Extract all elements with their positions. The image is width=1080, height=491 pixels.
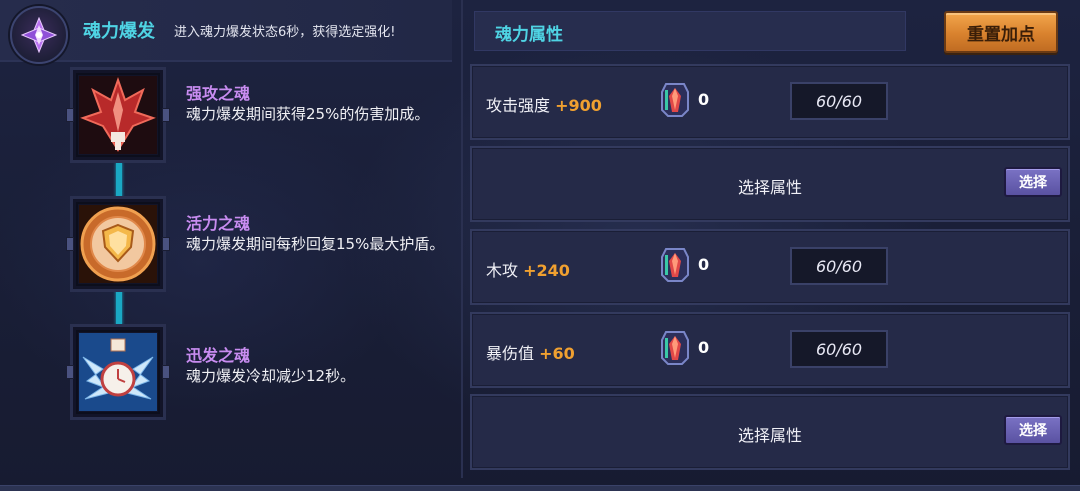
soul-name-swift: 迅发之魂 — [186, 346, 251, 365]
soul-gem-icon — [661, 83, 689, 117]
attribute-slot-empty: 选择属性 选择 — [470, 394, 1070, 470]
shield-emblem-icon — [79, 205, 157, 283]
soul-burst-emblem-icon — [10, 6, 68, 64]
attribute-bonus: +240 — [523, 261, 570, 280]
gem-count: 0 — [698, 90, 710, 109]
soul-connector — [116, 162, 122, 198]
choose-attribute-label: 选择属性 — [737, 178, 802, 197]
soul-vitality-slot[interactable] — [66, 196, 170, 292]
soul-name-vitality: 活力之魂 — [186, 214, 251, 233]
winged-clock-icon — [79, 333, 157, 411]
soul-attack-slot[interactable] — [66, 67, 170, 163]
attribute-slot-empty: 选择属性 选择 — [470, 146, 1070, 222]
attribute-slot: 攻击强度 +900 0 60/60 — [470, 64, 1070, 140]
attribute-bonus: +900 — [555, 96, 602, 115]
soul-swift-slot[interactable] — [66, 324, 170, 420]
attribute-slot: 木攻 +240 0 60/60 — [470, 229, 1070, 305]
attribute-label: 木攻 +240 — [486, 261, 570, 280]
gem-count: 0 — [698, 338, 710, 357]
red-crest-icon — [79, 76, 157, 154]
attribute-slot: 暴伤值 +60 0 60/60 — [470, 312, 1070, 388]
choose-attribute-button[interactable]: 选择 — [1004, 167, 1062, 197]
panel-divider — [461, 0, 463, 478]
attribute-level: 60/60 — [790, 330, 888, 368]
attribute-level: 60/60 — [790, 82, 888, 120]
soul-connector — [116, 288, 122, 326]
attribute-label: 暴伤值 +60 — [486, 344, 575, 363]
soul-gem-icon — [661, 331, 689, 365]
bottom-bar — [0, 485, 1080, 491]
soul-burst-header: 魂力爆发 进入魂力爆发状态6秒，获得选定强化! — [0, 0, 452, 64]
attribute-label: 攻击强度 +900 — [486, 96, 602, 115]
soul-burst-panel: 魂力爆发 进入魂力爆发状态6秒，获得选定强化! 强攻之魂 魂力爆发期间获得25%… — [0, 0, 462, 485]
attribute-level: 60/60 — [790, 247, 888, 285]
attribute-bonus: +60 — [539, 344, 575, 363]
attributes-header: 魂力属性 — [474, 11, 906, 51]
choose-attribute-label: 选择属性 — [737, 426, 802, 445]
soul-burst-title: 魂力爆发 — [83, 21, 155, 42]
reset-points-button[interactable]: 重置加点 — [944, 11, 1058, 53]
choose-attribute-button[interactable]: 选择 — [1004, 415, 1062, 445]
gem-count: 0 — [698, 255, 710, 274]
attributes-title: 魂力属性 — [495, 25, 563, 45]
soul-description-vitality: 魂力爆发期间每秒回复15%最大护盾。 — [186, 235, 445, 253]
soul-burst-description: 进入魂力爆发状态6秒，获得选定强化! — [174, 25, 396, 40]
soul-name-attack: 强攻之魂 — [186, 84, 251, 103]
soul-description-attack: 魂力爆发期间获得25%的伤害加成。 — [186, 105, 430, 123]
soul-description-swift: 魂力爆发冷却减少12秒。 — [186, 367, 356, 385]
soul-gem-icon — [661, 248, 689, 282]
